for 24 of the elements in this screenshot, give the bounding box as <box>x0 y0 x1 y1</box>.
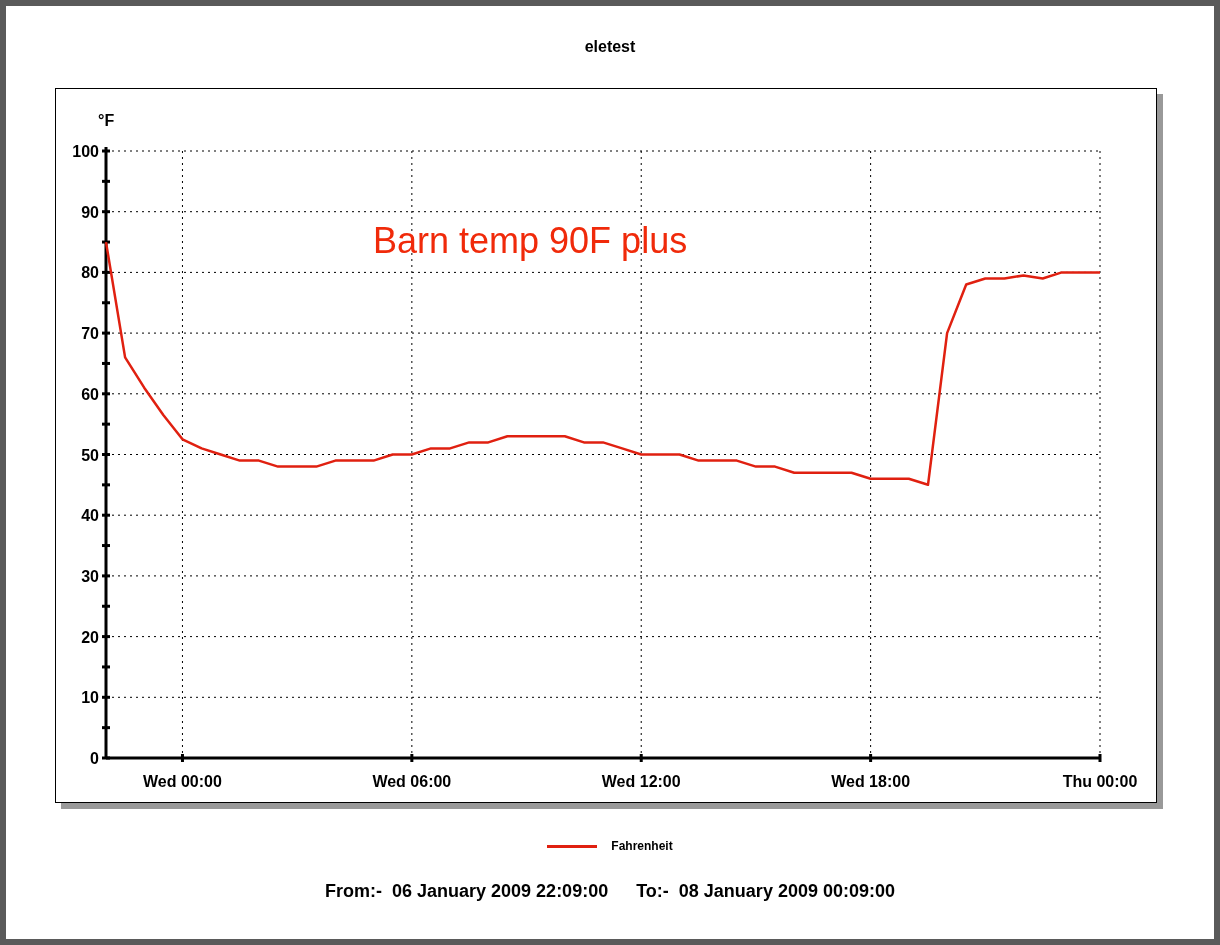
y-tick-label: 80 <box>81 264 99 282</box>
x-tick-label: Wed 12:00 <box>601 773 681 790</box>
x-tick-label: Thu 00:00 <box>1062 773 1138 790</box>
y-tick-label: 20 <box>81 628 99 646</box>
y-tick-label: 40 <box>81 507 99 525</box>
legend-label: Fahrenheit <box>611 839 673 853</box>
y-tick-label: 50 <box>81 446 99 464</box>
to-date: 08 January 2009 00:09:00 <box>678 881 895 902</box>
y-tick-label: 30 <box>81 567 99 585</box>
y-tick-label: 0 <box>90 750 99 767</box>
x-tick-label: Wed 00:00 <box>143 773 222 790</box>
y-tick-label: 100 <box>72 143 99 160</box>
y-tick-label: 60 <box>81 385 99 403</box>
x-tick-label: Wed 06:00 <box>372 773 452 790</box>
y-tick-label: 70 <box>81 325 99 343</box>
x-tick-label: Wed 18:00 <box>831 773 911 790</box>
y-tick-label: 10 <box>81 689 99 707</box>
to-label: To:- <box>636 881 669 902</box>
y-tick-label: 90 <box>81 203 99 221</box>
chart-title: eletest <box>584 38 636 57</box>
from-label: From:- <box>325 881 382 902</box>
from-date: 06 January 2009 22:09:00 <box>392 881 609 902</box>
y-axis-unit: °F <box>98 112 115 129</box>
annotation-text: Barn temp 90F plus <box>373 220 688 261</box>
